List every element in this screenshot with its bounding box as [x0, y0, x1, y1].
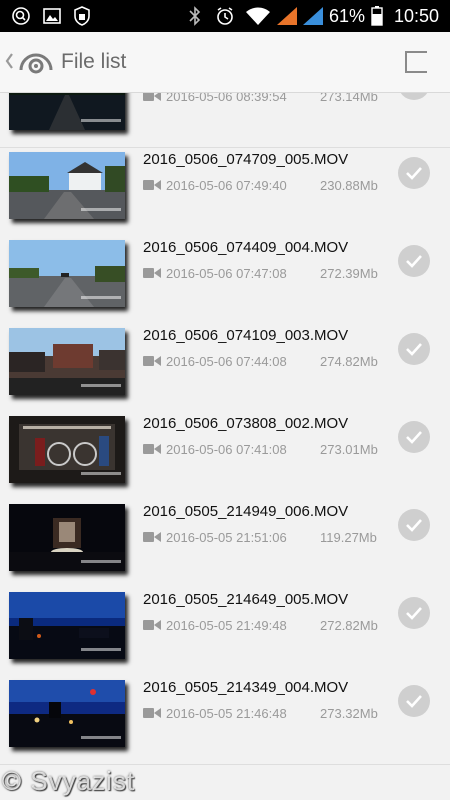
select-checkbox[interactable] [398, 245, 430, 277]
checkmark-icon [406, 431, 422, 444]
select-all-checkbox[interactable] [405, 51, 427, 73]
file-name: 2016_0506_074409_004.MOV [143, 239, 349, 256]
checkmark-icon [406, 695, 422, 708]
checkmark-icon [406, 607, 422, 620]
video-camera-icon [143, 530, 161, 548]
file-row[interactable]: 2016_0506_074409_004.MOV 2016-05-06 07:47… [0, 236, 450, 325]
image-icon [42, 6, 62, 26]
select-checkbox[interactable] [398, 157, 430, 189]
file-date: 2016-05-06 07:44:08 [166, 354, 287, 369]
video-thumbnail[interactable] [9, 592, 125, 659]
checkmark-icon [406, 167, 422, 180]
select-checkbox[interactable] [398, 93, 430, 100]
select-checkbox[interactable] [398, 333, 430, 365]
select-checkbox[interactable] [398, 509, 430, 541]
shield-icon [72, 6, 92, 26]
file-size: 272.82Mb [320, 618, 378, 633]
file-name: 2016_0505_214649_005.MOV [143, 591, 349, 608]
video-thumbnail[interactable] [9, 328, 125, 395]
file-size: 272.39Mb [320, 266, 378, 281]
page-title: File list [61, 50, 127, 73]
video-thumbnail[interactable] [9, 680, 125, 747]
file-size: 119.27Mb [320, 530, 377, 545]
video-camera-icon [143, 354, 161, 372]
video-camera-icon [143, 93, 161, 107]
video-camera-icon [143, 266, 161, 284]
watermark: © Svyazist [2, 766, 136, 796]
file-row[interactable]: 2016_0505_214949_006.MOV 2016-05-05 21:51… [0, 500, 450, 589]
battery-icon [371, 6, 383, 26]
file-size: 230.88Mb [320, 178, 378, 193]
app-bar: File list [0, 32, 450, 93]
video-thumbnail[interactable] [9, 504, 125, 571]
select-checkbox[interactable] [398, 597, 430, 629]
bluetooth-icon [187, 6, 203, 26]
video-thumbnail[interactable] [9, 152, 125, 219]
video-thumbnail[interactable] [9, 240, 125, 307]
battery-percent: 61% [329, 6, 366, 26]
file-row[interactable]: 2016_0506_083655_002.MOV2016-05-06 08:39… [0, 93, 450, 148]
file-row[interactable]: 2016_0505_214349_004.MOV 2016-05-05 21:46… [0, 676, 450, 765]
file-size: 273.01Mb [320, 442, 378, 457]
file-date: 2016-05-06 07:47:08 [166, 266, 287, 281]
video-thumbnail[interactable] [9, 93, 125, 130]
file-date: 2016-05-05 21:51:06 [166, 530, 287, 545]
video-camera-icon [143, 618, 161, 636]
back-arrow-icon[interactable] [4, 50, 14, 77]
file-name: 2016_0506_073808_002.MOV [143, 415, 349, 432]
checkmark-icon [406, 343, 422, 356]
file-row[interactable]: 2016_0505_214649_005.MOV 2016-05-05 21:49… [0, 588, 450, 677]
wifi-icon [245, 6, 271, 26]
file-date: 2016-05-05 21:49:48 [166, 618, 287, 633]
video-camera-icon [143, 178, 161, 196]
status-bar: 61% 10:50 [0, 0, 450, 32]
file-size: 274.82Mb [320, 354, 378, 369]
signal-icon-2 [302, 6, 324, 26]
clock: 10:50 [394, 6, 440, 26]
app-logo-icon[interactable] [18, 46, 54, 81]
file-date: 2016-05-05 21:46:48 [166, 706, 287, 721]
select-checkbox[interactable] [398, 685, 430, 717]
checkmark-icon [406, 519, 422, 532]
file-size: 273.32Mb [320, 706, 378, 721]
file-list: 2016_0506_083655_002.MOV2016-05-06 08:39… [0, 93, 450, 800]
video-camera-icon [143, 706, 161, 724]
file-name: 2016_0506_074709_005.MOV [143, 151, 349, 168]
file-row[interactable]: 2016_0506_074109_003.MOV 2016-05-06 07:44… [0, 324, 450, 413]
signal-icon [276, 6, 298, 26]
select-checkbox[interactable] [398, 421, 430, 453]
file-date: 2016-05-06 08:39:54 [166, 93, 287, 104]
file-name: 2016_0505_214949_006.MOV [143, 503, 349, 520]
file-name: 2016_0506_074109_003.MOV [143, 327, 349, 344]
file-date: 2016-05-06 07:41:08 [166, 442, 287, 457]
file-name: 2016_0505_214349_004.MOV [143, 679, 349, 696]
file-row[interactable]: 2016_0506_074709_005.MOV 2016-05-06 07:49… [0, 148, 450, 237]
alarm-icon [214, 6, 236, 26]
video-camera-icon [143, 442, 161, 460]
search-app-icon [10, 6, 32, 26]
file-size: 273.14Mb [320, 93, 378, 104]
video-thumbnail[interactable] [9, 416, 125, 483]
checkmark-icon [406, 255, 422, 268]
file-date: 2016-05-06 07:49:40 [166, 178, 287, 193]
file-row[interactable]: 2016_0506_073808_002.MOV 2016-05-06 07:41… [0, 412, 450, 501]
